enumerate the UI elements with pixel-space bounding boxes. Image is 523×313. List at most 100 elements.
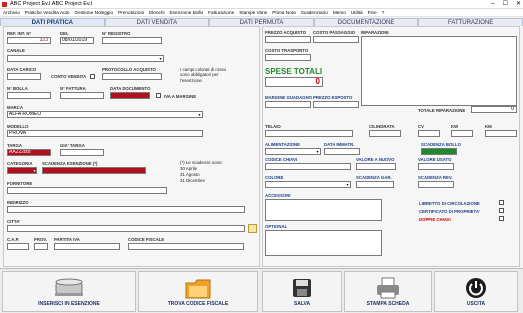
power-icon	[466, 278, 486, 298]
costo-passaggio-field[interactable]	[313, 36, 359, 43]
alimentazione-select[interactable]	[265, 148, 321, 155]
salva-button[interactable]: SALVA	[262, 271, 342, 312]
menu-elenchi[interactable]: Elenchi	[149, 9, 164, 16]
totale-riparazione-label: TOTALE RIPARAZIONE	[418, 108, 466, 113]
cv-field[interactable]	[418, 130, 440, 137]
scadenza-bollo-field[interactable]	[421, 148, 457, 155]
inserisci-esenzione-button[interactable]: INSERISCI IN ESENZIONE	[2, 271, 136, 312]
codice-chiavi-field[interactable]	[265, 163, 351, 170]
menu-esenzione-bollo[interactable]: Esenzione Bollo	[170, 9, 204, 16]
menu-stampe-varie[interactable]: Stampe Varie	[239, 9, 267, 16]
protocollo-field[interactable]	[102, 73, 162, 80]
trova-codice-fiscale-button[interactable]: TROVA CODICE FISCALE	[138, 271, 258, 312]
stampa-caption: STAMPA SCHEDA	[366, 301, 410, 307]
colore-select[interactable]	[265, 181, 351, 188]
optional-textarea[interactable]	[265, 230, 382, 256]
gia-targa-field[interactable]	[60, 149, 104, 156]
left-panel: REF. INT. N° 323 DEL 08/01/2019 N° REGIS…	[3, 26, 260, 267]
partita-iva-field[interactable]	[54, 243, 120, 250]
indirizzo-label: INDIRIZZO	[7, 200, 29, 205]
categoria-dropdown-icon[interactable]: ▾	[32, 168, 37, 173]
prezzo-acquisto-field[interactable]	[265, 36, 311, 43]
cap-field[interactable]	[7, 243, 29, 250]
right-panel: PREZZO ACQUISTO COSTO PASSAGGIO RIPARAZI…	[262, 26, 520, 267]
n-fattura-label: N° FATTURA	[60, 86, 86, 91]
search-citta-icon[interactable]	[248, 224, 257, 233]
tab-dati-permuta[interactable]: DATI PERMUTA	[209, 18, 314, 26]
n-bolla-field[interactable]	[7, 92, 51, 99]
prov-label: PROV.	[34, 237, 47, 242]
targa-field[interactable]: AA222BB	[7, 149, 51, 156]
uscita-button[interactable]: USCITA	[434, 271, 518, 312]
libretto-checkbox[interactable]	[499, 200, 504, 205]
kw-field[interactable]	[451, 130, 473, 137]
menu-fatturazione[interactable]: Fatturazione	[208, 9, 234, 16]
scadenza-gar-field[interactable]	[356, 181, 394, 188]
scadenza-rev-label: SCADENZA REV.	[418, 175, 453, 180]
cilindrata-field[interactable]	[369, 130, 401, 137]
menu-help[interactable]: ?	[382, 9, 385, 16]
tab-dati-vendita[interactable]: DATI VENDITA	[104, 18, 210, 26]
scadenza-rev-field[interactable]	[418, 181, 454, 188]
riparazioni-textarea[interactable]	[361, 36, 517, 106]
minimize-button[interactable]: –	[491, 0, 494, 9]
data-carico-field[interactable]	[7, 73, 41, 80]
costo-passaggio-label: COSTO PASSAGGIO	[313, 30, 356, 35]
indirizzo-field[interactable]	[7, 206, 245, 213]
menu-prima-nota[interactable]: Prima Nota	[272, 9, 295, 16]
marca-select[interactable]: ALFA ROMEO	[7, 111, 203, 118]
data-immatr-field[interactable]	[324, 148, 360, 155]
menu-prenotazioni[interactable]: Prenotazioni	[118, 9, 144, 16]
registro-field[interactable]	[102, 37, 162, 44]
iva-margine-checkbox[interactable]	[156, 93, 161, 98]
riparazioni-label: RIPARAZIONI	[361, 30, 389, 35]
margine-field[interactable]	[265, 101, 311, 108]
citta-field[interactable]	[7, 225, 245, 232]
telaio-field[interactable]	[265, 130, 353, 137]
colore-dropdown-icon[interactable]: ▾	[345, 182, 350, 187]
canale-dropdown-icon[interactable]: ▾	[158, 56, 163, 61]
menu-gestione-noleggio[interactable]: Gestione Noleggio	[75, 9, 114, 16]
stampa-scheda-button[interactable]: STAMPA SCHEDA	[344, 271, 432, 312]
valore-usato-field[interactable]	[418, 163, 454, 170]
prov-field[interactable]	[34, 243, 48, 250]
prezzo-esposto-field[interactable]	[313, 101, 359, 108]
menu-scadenziario[interactable]: Scadenziario	[301, 9, 328, 16]
modello-field[interactable]: PROVA	[7, 130, 203, 137]
ref-int-field[interactable]: 323	[7, 37, 51, 44]
n-bolla-label: N° BOLLA	[7, 86, 28, 91]
valore-nuovo-field[interactable]	[356, 163, 396, 170]
menu-utilita[interactable]: Utilità	[351, 9, 363, 16]
codice-fiscale-field[interactable]	[128, 243, 244, 250]
required-fields-note: I campi colorati di rosso sono obbligato…	[180, 67, 227, 83]
tab-fatturazione[interactable]: FATTURAZIONE	[418, 18, 523, 26]
registro-label: N° REGISTRO	[102, 31, 131, 36]
km-field[interactable]	[485, 130, 517, 137]
partita-iva-label: PARTITA IVA	[54, 237, 80, 242]
menu-archivio[interactable]: Archivio	[3, 9, 20, 16]
prezzo-acquisto-label: PREZZO ACQUISTO	[265, 30, 307, 35]
scadenza-esenzione-field[interactable]	[42, 167, 146, 174]
tab-dati-pratica[interactable]: DATI PRATICA	[0, 18, 105, 26]
conto-vendita-checkbox[interactable]	[90, 74, 95, 79]
accessori-textarea[interactable]	[265, 199, 382, 221]
n-fattura-field[interactable]	[60, 92, 104, 99]
costo-trasporto-field[interactable]	[265, 54, 311, 61]
maximize-button[interactable]: ☐	[503, 0, 508, 9]
fornitore-field[interactable]	[7, 187, 167, 194]
trova-caption: TROVA CODICE FISCALE	[167, 301, 229, 307]
close-button[interactable]: ✕	[516, 0, 521, 9]
alimentazione-dropdown-icon[interactable]: ▾	[315, 149, 320, 154]
certificato-checkbox[interactable]	[499, 208, 504, 213]
tab-documentazione[interactable]: DOCUMENTAZIONE	[313, 18, 419, 26]
del-field[interactable]: 08/01/2019	[60, 37, 94, 44]
data-documento-field[interactable]	[110, 92, 150, 99]
menu-pratiche-vendita[interactable]: Pratiche Vendita Auto	[25, 9, 70, 16]
menu-fine[interactable]: Fine	[368, 9, 377, 16]
canale-select[interactable]	[7, 55, 164, 62]
marca-dropdown-icon[interactable]: ▾	[197, 112, 202, 117]
window-controls: – ☐ ✕	[491, 0, 521, 9]
menu-memo[interactable]: Memo	[333, 9, 346, 16]
uscita-caption: USCITA	[466, 301, 486, 307]
doppie-chiavi-checkbox[interactable]	[499, 216, 504, 221]
